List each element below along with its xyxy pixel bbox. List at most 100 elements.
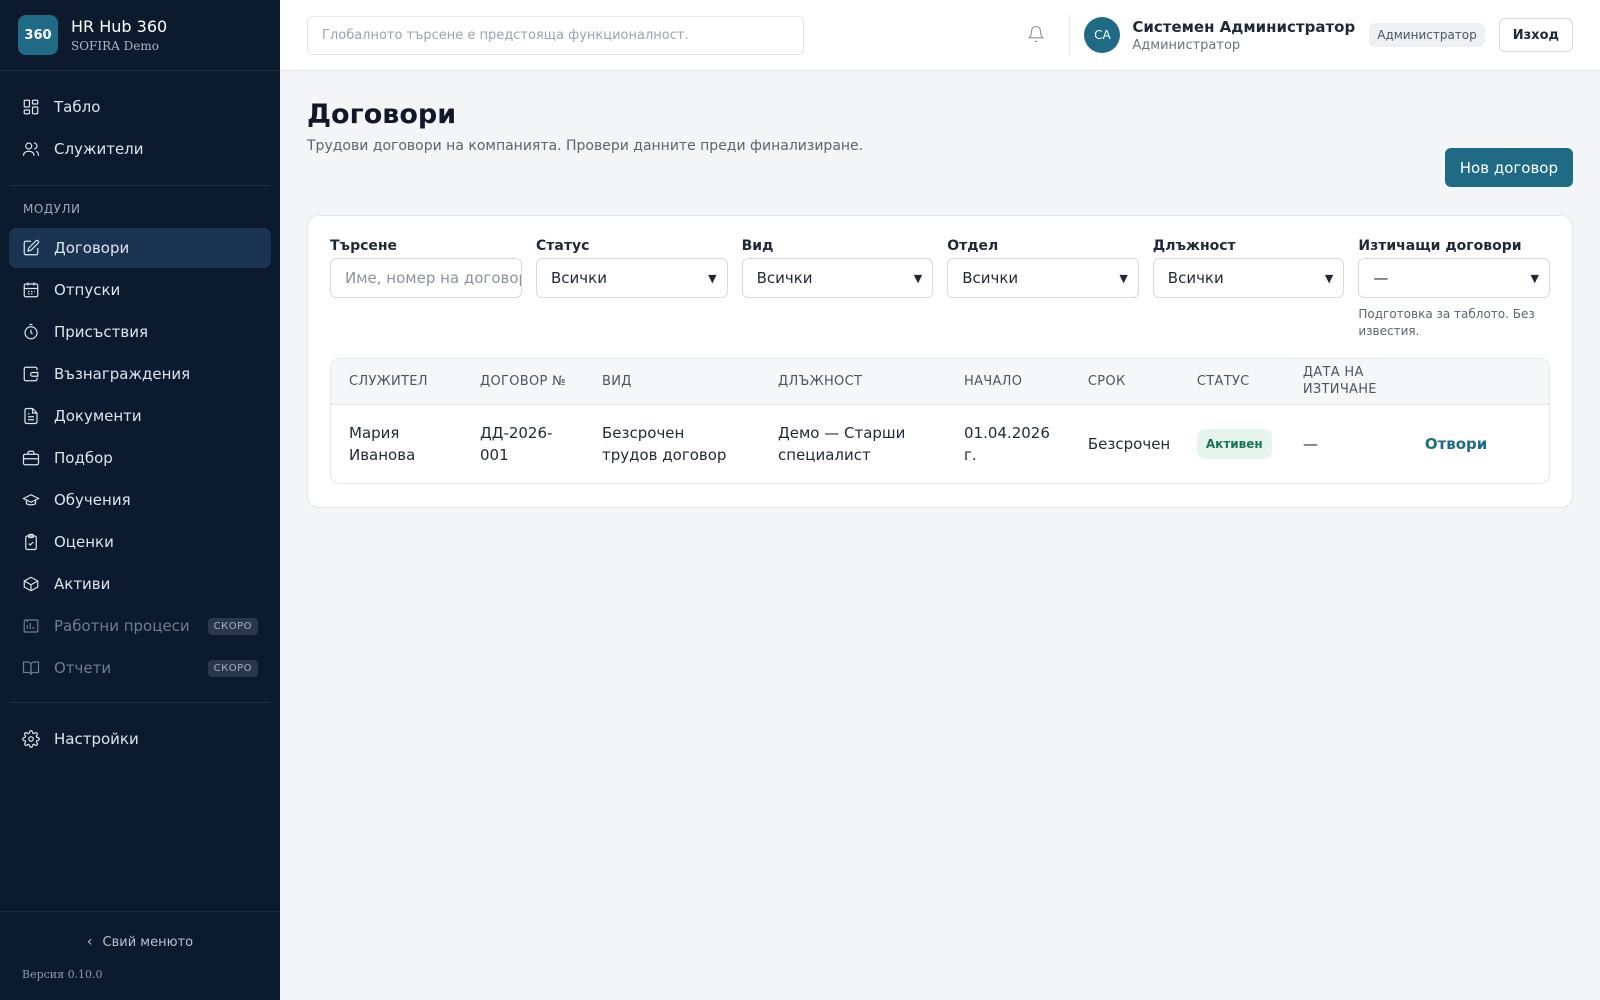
chevron-left-icon: ‹	[86, 934, 93, 950]
status-select[interactable]: Всички ▼	[536, 258, 728, 298]
chevron-down-icon: ▼	[1530, 271, 1539, 285]
sidebar-item-reviews[interactable]: Оценки	[9, 522, 271, 562]
document-icon	[22, 407, 40, 425]
cell-position: Демо — Старши специалист	[778, 423, 906, 464]
app-version: Версия 0.10.0	[22, 968, 103, 981]
contracts-table: Служител Договор № Вид Длъжност Начало С…	[330, 358, 1550, 484]
filter-position: Длъжност Всички ▼	[1152, 238, 1345, 340]
sidebar-item-contracts[interactable]: Договори	[9, 228, 271, 268]
sidebar: 360 HR Hub 360 SOFIRA Demo Табло Служите…	[0, 0, 280, 1000]
new-contract-button[interactable]: Нов договор	[1444, 148, 1573, 187]
workflow-icon	[22, 617, 40, 635]
chevron-down-icon: ▼	[1119, 271, 1128, 285]
package-icon	[22, 575, 40, 593]
soon-badge: СКОРО	[207, 617, 258, 635]
wallet-icon	[22, 365, 40, 383]
users-icon	[22, 140, 40, 158]
graduation-cap-icon	[22, 491, 40, 509]
logout-button[interactable]: Изход	[1498, 18, 1573, 52]
sidebar-item-leave[interactable]: Отпуски	[9, 270, 271, 310]
sidebar-item-label: Договори	[54, 239, 130, 257]
briefcase-icon	[22, 449, 40, 467]
global-search-input[interactable]	[307, 15, 804, 55]
open-contract-link[interactable]: Отвори	[1425, 435, 1488, 453]
collapse-menu-button[interactable]: ‹ Свий менюто	[0, 934, 280, 950]
sidebar-nav: Табло Служители Модули Договори	[0, 71, 280, 775]
filters-row: Търсене Име, номер на договор Статус Вси…	[330, 238, 1550, 340]
sidebar-item-recruitment[interactable]: Подбор	[9, 438, 271, 478]
main-content: Договори Трудови договори на компанията.…	[307, 71, 1573, 508]
brand[interactable]: 360 HR Hub 360 SOFIRA Demo	[0, 0, 280, 71]
topbar-divider	[1069, 15, 1071, 55]
calendar-icon	[22, 281, 40, 299]
filter-search: Търсене Име, номер на договор	[330, 238, 522, 340]
expiring-select[interactable]: — ▼	[1358, 258, 1550, 298]
filter-expiring-label: Изтичащи договори	[1358, 238, 1522, 254]
table-header-row: Служител Договор № Вид Длъжност Начало С…	[331, 359, 1549, 405]
dashboard-icon	[22, 98, 40, 116]
col-term[interactable]: Срок	[1069, 359, 1179, 405]
nav-group-main: Табло Служители	[9, 71, 271, 186]
sidebar-item-label: Присъствия	[54, 323, 148, 341]
col-expiry[interactable]: Дата на изтичане	[1284, 359, 1407, 405]
gear-icon	[22, 730, 40, 748]
col-employee[interactable]: Служител	[331, 359, 462, 405]
col-start[interactable]: Начало	[946, 359, 1070, 405]
clipboard-check-icon	[22, 533, 40, 551]
sidebar-item-dashboard[interactable]: Табло	[9, 87, 271, 127]
sidebar-item-reports: Отчети СКОРО	[9, 648, 271, 688]
contracts-card: Търсене Име, номер на договор Статус Вси…	[307, 215, 1573, 508]
sidebar-item-label: Активи	[54, 575, 111, 593]
brand-logo: 360	[18, 15, 58, 55]
col-type[interactable]: Вид	[584, 359, 760, 405]
cell-type: Безсрочен трудов договор	[602, 423, 727, 464]
filter-search-label: Търсене	[330, 238, 398, 254]
avatar[interactable]: СА	[1084, 17, 1121, 53]
cell-number: ДД-2026-001	[480, 423, 553, 464]
sidebar-item-label: Подбор	[54, 449, 113, 467]
department-select-value: Всички	[962, 269, 1019, 287]
cell-status: Активен	[1179, 404, 1285, 483]
sidebar-item-label: Обучения	[54, 491, 131, 509]
expiring-select-value: —	[1373, 269, 1389, 287]
sidebar-item-attendance[interactable]: Присъствия	[9, 312, 271, 352]
sidebar-item-label: Оценки	[54, 533, 114, 551]
filter-type-label: Вид	[741, 238, 774, 254]
role-badge: Администратор	[1369, 23, 1485, 47]
col-position[interactable]: Длъжност	[760, 359, 946, 405]
status-select-value: Всички	[551, 269, 607, 287]
filter-status: Статус Всички ▼	[536, 238, 728, 340]
sidebar-item-label: Работни процеси	[54, 617, 190, 635]
sidebar-item-settings[interactable]: Настройки	[9, 719, 271, 759]
chevron-down-icon: ▼	[913, 271, 923, 285]
brand-name: HR Hub 360	[71, 17, 168, 36]
position-select[interactable]: Всички ▼	[1152, 258, 1345, 298]
sidebar-item-assets[interactable]: Активи	[9, 564, 271, 604]
col-actions	[1406, 359, 1549, 405]
sidebar-item-label: Табло	[54, 98, 101, 116]
contract-search-input[interactable]: Име, номер на договор	[330, 258, 522, 298]
filter-type: Вид Всички ▼	[741, 238, 934, 340]
sidebar-item-compensation[interactable]: Възнаграждения	[9, 354, 271, 394]
table-row: Мария Иванова ДД-2026-001 Безсрочен труд…	[331, 404, 1549, 483]
sidebar-item-employees[interactable]: Служители	[9, 129, 271, 169]
sidebar-item-label: Отпуски	[54, 281, 121, 299]
col-status[interactable]: Статус	[1178, 359, 1285, 405]
bell-icon[interactable]	[1027, 25, 1047, 45]
chevron-down-icon: ▼	[708, 271, 717, 285]
soon-badge: СКОРО	[207, 659, 258, 677]
sidebar-footer: ‹ Свий менюто Версия 0.10.0	[0, 911, 280, 1000]
status-badge: Активен	[1196, 428, 1272, 459]
topbar-right: СА Системен Администратор Администратор …	[1027, 15, 1573, 55]
filter-department: Отдел Всички ▼	[947, 238, 1139, 340]
filter-status-label: Статус	[536, 238, 590, 254]
sidebar-item-trainings[interactable]: Обучения	[9, 480, 271, 520]
sidebar-item-documents[interactable]: Документи	[9, 396, 271, 436]
collapse-menu-label: Свий менюто	[102, 934, 194, 950]
chevron-down-icon: ▼	[1324, 271, 1334, 285]
col-number[interactable]: Договор №	[462, 359, 584, 405]
sidebar-item-label: Документи	[54, 407, 142, 425]
type-select[interactable]: Всички ▼	[741, 258, 934, 298]
department-select[interactable]: Всички ▼	[947, 258, 1139, 298]
nav-group-bottom: Настройки	[9, 703, 271, 775]
